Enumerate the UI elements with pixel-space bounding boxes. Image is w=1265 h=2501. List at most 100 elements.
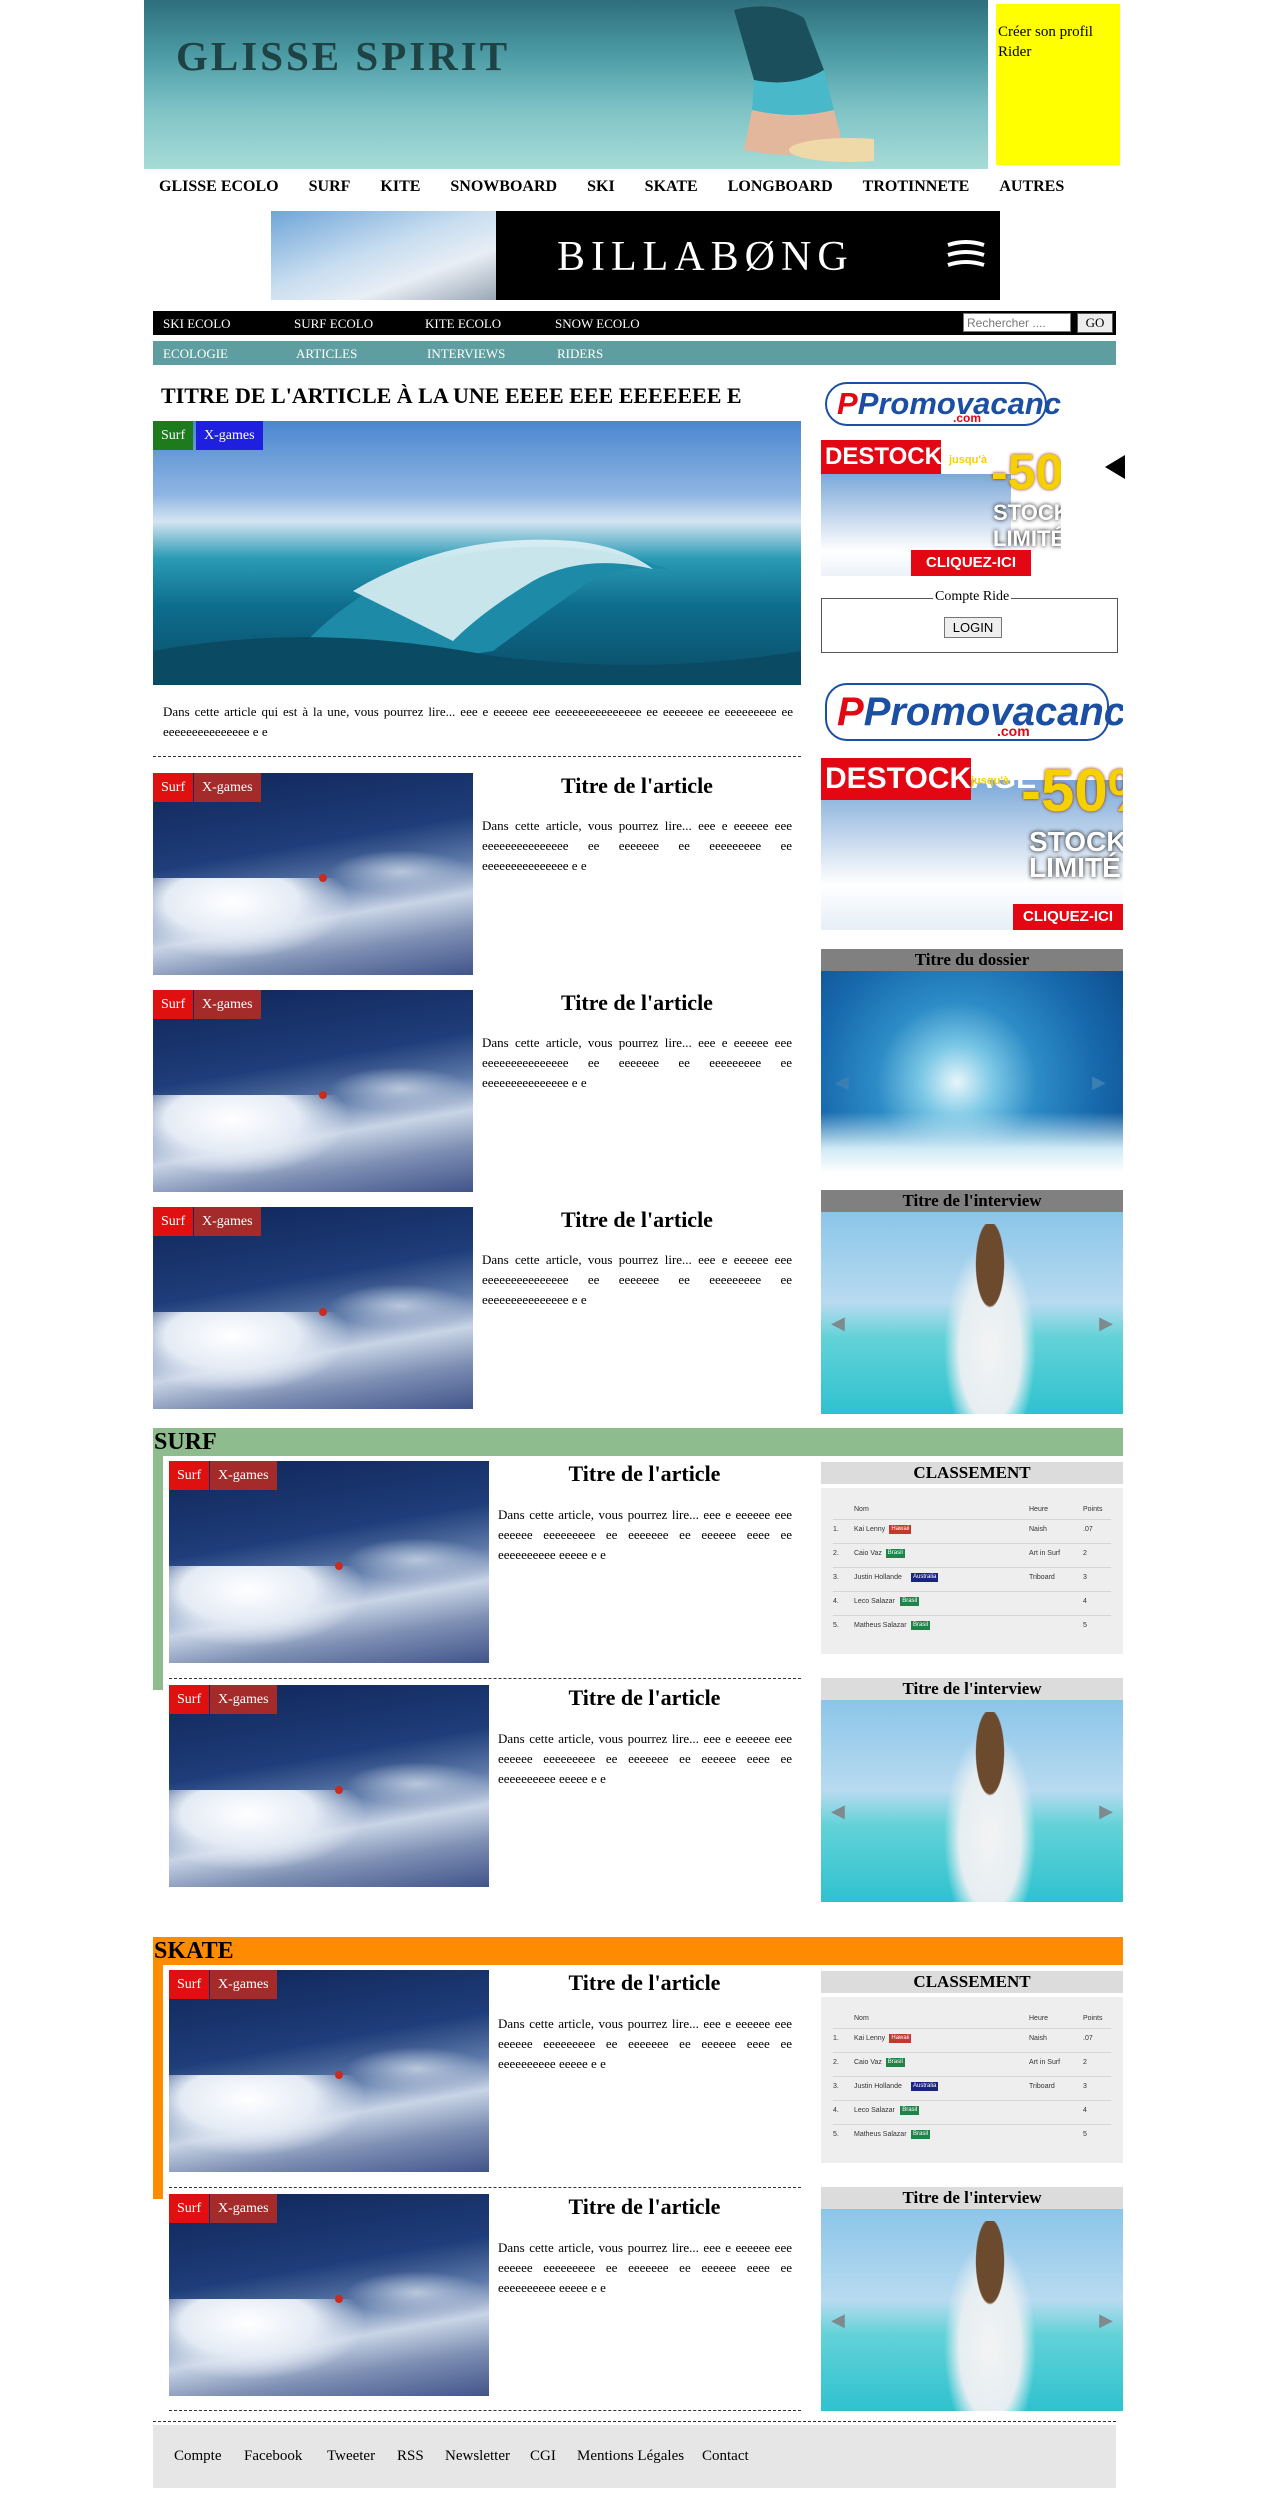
subnav2-item-ecologie[interactable]: ECOLOGIE — [163, 346, 228, 362]
footer-link-facebook[interactable]: Facebook — [244, 2448, 302, 2465]
article-image[interactable] — [169, 1685, 489, 1887]
carousel-next-icon[interactable]: ▶ — [1092, 1072, 1106, 1093]
featured-wave-image[interactable] — [153, 421, 801, 685]
promovacances-ad[interactable]: PPromovacances.com DESTOCKAGE jusqu'à -5… — [821, 675, 1123, 930]
ranking-rider-name[interactable]: Matheus Salazar — [854, 2131, 907, 2138]
ranking-rider-name[interactable]: Kai Lenny — [854, 1526, 885, 1533]
article-tag-surf[interactable]: Surf — [169, 1461, 210, 1490]
article-image[interactable] — [169, 2194, 489, 2396]
article-image[interactable] — [153, 773, 473, 975]
ranking-rank: 2. — [833, 1550, 839, 1557]
carousel-prev-icon[interactable]: ◀ — [831, 1313, 845, 1334]
search-input[interactable]: Rechercher .... — [963, 313, 1071, 332]
billabong-ad-banner[interactable]: BILLABØNG — [271, 211, 1000, 300]
subnav-item-surf-ecolo[interactable]: SURF ECOLO — [294, 316, 373, 332]
article-title[interactable]: Titre de l'article — [482, 1207, 792, 1233]
ranking-rider-name[interactable]: Leco Salazar — [854, 2107, 895, 2114]
footer-link-cgi[interactable]: CGI — [530, 2448, 556, 2465]
carousel-next-icon[interactable]: ▶ — [1099, 1801, 1113, 1822]
article-tag-xgames[interactable]: X-games — [194, 1207, 261, 1236]
article-tag-surf[interactable]: Surf — [153, 773, 194, 802]
nav-item-longboard[interactable]: LONGBOARD — [728, 178, 833, 202]
dossier-title[interactable]: Titre du dossier — [821, 949, 1123, 971]
dossier-image[interactable] — [821, 971, 1123, 1173]
nav-item-surf[interactable]: SURF — [309, 178, 351, 202]
article-tag-surf[interactable]: Surf — [153, 990, 194, 1019]
ranking-row-divider — [833, 2052, 1111, 2053]
promovacances-ad[interactable]: PPromovacances.com DESTOCKAGE jusqu'à -5… — [821, 374, 1061, 576]
carousel-prev-icon[interactable]: ◀ — [831, 1801, 845, 1822]
nav-item-autres[interactable]: AUTRES — [999, 178, 1064, 202]
footer-link-compte[interactable]: Compte — [174, 2448, 222, 2465]
article-title[interactable]: Titre de l'article — [497, 2194, 792, 2220]
subnav-item-kite-ecolo[interactable]: KITE ECOLO — [425, 316, 501, 332]
subnav2-item-riders[interactable]: RIDERS — [557, 346, 603, 362]
article-tag-xgames[interactable]: X-games — [194, 773, 261, 802]
article-image[interactable] — [153, 990, 473, 1192]
featured-tag-xgames[interactable]: X-games — [196, 421, 263, 450]
carousel-next-icon[interactable]: ▶ — [1099, 1313, 1113, 1334]
footer-link-newsletter[interactable]: Newsletter — [445, 2448, 510, 2465]
article-title[interactable]: Titre de l'article — [497, 1970, 792, 1996]
article-tag-xgames[interactable]: X-games — [194, 990, 261, 1019]
site-title[interactable]: GLISSE SPIRIT — [176, 32, 510, 80]
article-tag-xgames[interactable]: X-games — [210, 2194, 277, 2223]
carousel-next-icon[interactable]: ▶ — [1099, 2310, 1113, 2331]
section-header-skate[interactable]: SKATE — [153, 1937, 1123, 1965]
footer-link-contact[interactable]: Contact — [702, 2448, 749, 2465]
interview-title[interactable]: Titre de l'interview — [821, 2187, 1123, 2209]
ranking-rider-name[interactable]: Justin Hollande — [854, 2083, 902, 2090]
article-tag-surf[interactable]: Surf — [169, 2194, 210, 2223]
footer-link-rss[interactable]: RSS — [397, 2448, 424, 2465]
ranking-rider-name[interactable]: Justin Hollande — [854, 1574, 902, 1581]
subnav2-item-articles[interactable]: ARTICLES — [296, 346, 357, 362]
interview-title[interactable]: Titre de l'interview — [821, 1678, 1123, 1700]
footer-link-tweeter[interactable]: Tweeter — [327, 2448, 375, 2465]
subnav-item-snow-ecolo[interactable]: SNOW ECOLO — [555, 316, 640, 332]
article-tag-xgames[interactable]: X-games — [210, 1685, 277, 1714]
article-image[interactable] — [169, 1461, 489, 1663]
search-go-button[interactable]: GO — [1077, 313, 1113, 333]
article-image[interactable] — [153, 1207, 473, 1409]
nav-item-glisse-ecolo[interactable]: GLISSE ECOLO — [159, 178, 279, 202]
featured-tag-surf[interactable]: Surf — [153, 421, 194, 450]
article-tag-surf[interactable]: Surf — [169, 1685, 210, 1714]
article-tag-surf[interactable]: Surf — [153, 1207, 194, 1236]
ranking-rider-name[interactable]: Caio Vaz — [854, 1550, 882, 1557]
article-tag-surf[interactable]: Surf — [169, 1970, 210, 1999]
login-button[interactable]: LOGIN — [944, 617, 1002, 638]
interview-title[interactable]: Titre de l'interview — [821, 1190, 1123, 1212]
article-tag-xgames[interactable]: X-games — [210, 1970, 277, 1999]
nav-item-ski[interactable]: SKI — [587, 178, 615, 202]
interview-image[interactable]: ◀ ▶ — [821, 2209, 1123, 2411]
ranking-rider-name[interactable]: Matheus Salazar — [854, 1622, 907, 1629]
article-title[interactable]: Titre de l'article — [482, 990, 792, 1016]
article-title[interactable]: Titre de l'article — [497, 1685, 792, 1711]
section-header-surf[interactable]: SURF — [153, 1428, 1123, 1456]
subnav2-item-interviews[interactable]: INTERVIEWS — [427, 346, 505, 362]
ranking-rider-name[interactable]: Caio Vaz — [854, 2059, 882, 2066]
interview-image[interactable]: ◀ ▶ — [821, 1212, 1123, 1414]
promo-cta-button[interactable]: CLIQUEZ-ICI — [911, 550, 1031, 576]
article-title[interactable]: Titre de l'article — [497, 1461, 792, 1487]
carousel-prev-icon[interactable]: ◀ — [835, 1072, 849, 1093]
promo-cta-button[interactable]: CLIQUEZ-ICI — [1013, 904, 1123, 930]
promo-percent-text: -50% — [991, 444, 1061, 500]
ranking-rider-name[interactable]: Kai Lenny — [854, 2035, 885, 2042]
featured-article-title[interactable]: TITRE DE L'ARTICLE À LA UNE EEEE EEE EEE… — [153, 383, 801, 409]
nav-item-skate[interactable]: SKATE — [645, 178, 698, 202]
nav-item-kite[interactable]: KITE — [380, 178, 420, 202]
ranking-rider-name[interactable]: Leco Salazar — [854, 1598, 895, 1605]
carousel-next-arrow-icon[interactable] — [1105, 455, 1125, 479]
footer-link-mentions-legales[interactable]: Mentions Légales — [577, 2448, 684, 2465]
carousel-prev-icon[interactable]: ◀ — [831, 2310, 845, 2331]
nav-item-trotinnete[interactable]: TROTINNETE — [863, 178, 970, 202]
interview-image[interactable]: ◀ ▶ — [821, 1700, 1123, 1902]
ranking-row-divider — [833, 1543, 1111, 1544]
create-profile-link[interactable]: Créer son profil Rider — [996, 4, 1120, 165]
nav-item-snowboard[interactable]: SNOWBOARD — [450, 178, 557, 202]
article-title[interactable]: Titre de l'article — [482, 773, 792, 799]
article-image[interactable] — [169, 1970, 489, 2172]
subnav-item-ski-ecolo[interactable]: SKI ECOLO — [163, 316, 231, 332]
article-tag-xgames[interactable]: X-games — [210, 1461, 277, 1490]
